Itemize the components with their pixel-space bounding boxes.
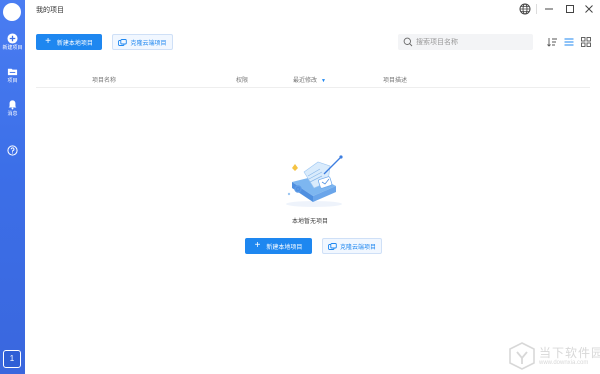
table-header: 项目名称 权限 最近修改 ▼ 项目描述 <box>36 72 590 88</box>
minimize-icon[interactable] <box>542 2 556 16</box>
button-label: 克隆云端项目 <box>339 244 376 251</box>
button-label: 新建本地项目 <box>266 244 303 251</box>
search-input[interactable] <box>416 36 526 48</box>
search-box[interactable] <box>398 34 533 50</box>
clone-cloud-project-button[interactable]: 克隆云端项目 <box>112 34 173 50</box>
column-header-label: 最近修改 <box>293 78 318 84</box>
plus-circle-icon <box>7 33 18 44</box>
sidebar-item-messages[interactable]: 消息 <box>0 99 25 118</box>
task-counter-badge[interactable]: 1 <box>3 350 21 368</box>
plus-icon: + <box>254 240 261 251</box>
globe-icon[interactable] <box>518 2 532 16</box>
sidebar-item-label: 消息 <box>7 111 18 117</box>
column-header-modified[interactable]: 最近修改 ▼ <box>293 75 326 84</box>
sidebar-item-label: 项目 <box>7 78 18 84</box>
sort-icon[interactable] <box>546 36 558 48</box>
grid-view-icon[interactable] <box>580 36 592 48</box>
column-header-description[interactable]: 项目描述 <box>383 75 407 84</box>
watermark-url: www.downxia.com <box>539 360 589 366</box>
sidebar: 新建项目 项目 消息 1 <box>0 0 25 374</box>
clone-icon <box>118 38 128 46</box>
sidebar-item-help[interactable] <box>0 145 25 156</box>
bell-icon <box>8 100 17 110</box>
sidebar-item-label: 新建项目 <box>2 45 23 51</box>
search-icon <box>403 37 413 47</box>
maximize-icon[interactable] <box>563 2 577 16</box>
column-header-permission[interactable]: 权限 <box>236 75 248 84</box>
title-bar: 我的项目 <box>25 0 600 18</box>
button-label: 克隆云端项目 <box>130 40 167 47</box>
empty-illustration <box>286 155 343 207</box>
watermark-text: 当下软件园 <box>539 346 600 360</box>
folder-icon <box>7 68 18 76</box>
empty-clone-cloud-project-button[interactable]: 克隆云端项目 <box>322 238 382 254</box>
button-label: 新建本地项目 <box>56 40 93 47</box>
page-title: 我的项目 <box>36 7 64 14</box>
divider <box>536 4 537 14</box>
empty-state-message: 本地暂无项目 <box>291 219 328 225</box>
watermark-logo-icon <box>509 342 535 370</box>
close-icon[interactable] <box>582 2 596 16</box>
plus-icon: + <box>45 36 51 47</box>
empty-new-local-project-button[interactable]: + 新建本地项目 <box>245 238 312 254</box>
column-header-name[interactable]: 项目名称 <box>92 75 116 84</box>
sort-down-icon: ▼ <box>321 78 326 84</box>
app-logo[interactable] <box>3 3 21 21</box>
new-local-project-button[interactable]: + 新建本地项目 <box>36 34 102 50</box>
sidebar-item-new-project[interactable]: 新建项目 <box>0 33 25 52</box>
list-view-icon[interactable] <box>563 36 575 48</box>
watermark: 当下软件园 www.downxia.com <box>509 342 600 372</box>
help-icon <box>7 145 18 156</box>
clone-icon <box>328 242 337 250</box>
sidebar-item-projects[interactable]: 项目 <box>0 66 25 85</box>
